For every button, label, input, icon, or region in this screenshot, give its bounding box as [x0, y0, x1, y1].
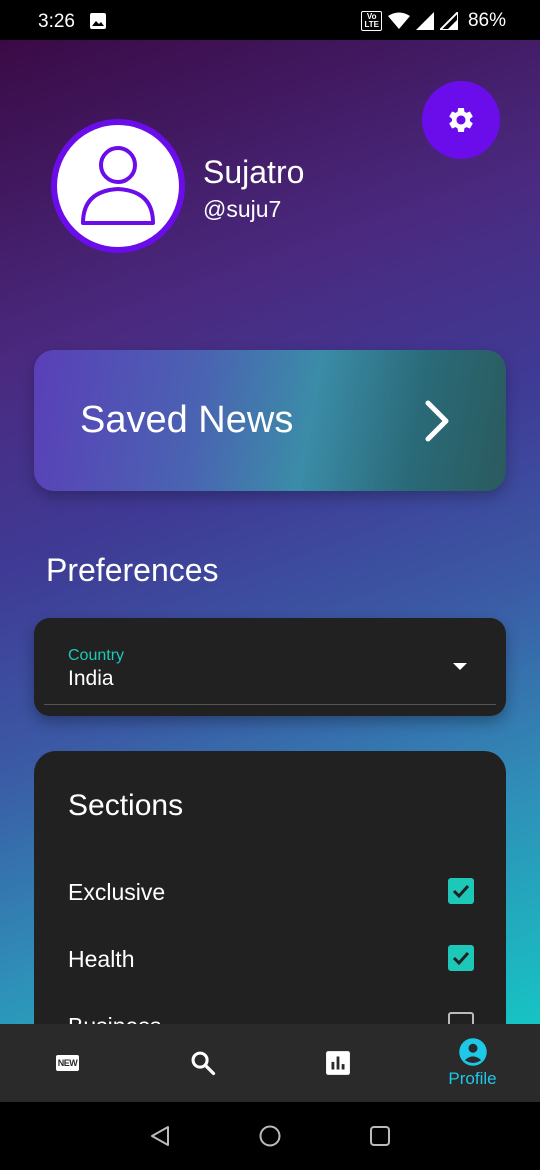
person-icon — [81, 146, 155, 225]
preferences-title: Preferences — [46, 552, 219, 588]
recents-icon[interactable] — [369, 1125, 391, 1147]
status-bar: 3:26 Vo LTE 86% — [0, 0, 540, 40]
chevron-right-icon — [425, 400, 449, 442]
user-handle: @suju7 — [203, 196, 282, 222]
user-name: Sujatro — [203, 154, 305, 190]
nav-label-profile: Profile — [448, 1069, 497, 1088]
wifi-icon — [387, 12, 410, 29]
home-icon[interactable] — [258, 1124, 282, 1148]
country-dropdown[interactable]: Country India — [34, 618, 506, 716]
checkbox-checked[interactable] — [448, 945, 474, 971]
section-item-business[interactable]: Business — [68, 1007, 474, 1024]
status-indicators: Vo LTE 86% — [361, 10, 506, 32]
system-nav-bar — [0, 1102, 540, 1170]
section-item-exclusive[interactable]: Exclusive — [68, 873, 474, 913]
section-label: Health — [68, 946, 135, 972]
account-circle-icon — [458, 1038, 487, 1066]
avatar[interactable] — [51, 119, 185, 253]
settings-button[interactable] — [422, 81, 500, 159]
volte-icon: Vo LTE — [361, 11, 382, 31]
section-label: Business — [68, 1013, 161, 1024]
avatar-inner — [57, 125, 179, 247]
checkbox-unchecked[interactable] — [448, 1012, 474, 1024]
sections-title: Sections — [68, 789, 184, 822]
profile-screen: Sujatro @suju7 Saved News Preferences Co… — [0, 40, 540, 1024]
chart-icon — [325, 1051, 350, 1075]
country-value: India — [68, 667, 114, 690]
dropdown-underline — [44, 704, 496, 705]
image-notification-icon — [90, 13, 106, 29]
checkbox-checked[interactable] — [448, 878, 474, 904]
bottom-nav: NEW Profile — [0, 1024, 540, 1102]
check-icon — [452, 951, 470, 966]
nav-item-search[interactable] — [135, 1024, 270, 1102]
signal-2-icon — [439, 12, 458, 30]
check-icon — [452, 884, 470, 899]
saved-news-button[interactable]: Saved News — [34, 350, 506, 491]
back-icon[interactable] — [148, 1124, 172, 1148]
nav-item-profile[interactable]: Profile — [405, 1024, 540, 1102]
section-label: Exclusive — [68, 879, 166, 905]
search-icon — [191, 1051, 215, 1076]
country-label: Country — [68, 647, 125, 664]
dropdown-arrow-icon — [453, 663, 467, 670]
battery-percent: 86% — [467, 10, 506, 31]
gear-icon — [449, 108, 473, 132]
nav-item-news[interactable]: NEW — [0, 1024, 135, 1102]
status-time: 3:26 — [38, 11, 75, 32]
nav-item-stats[interactable] — [270, 1024, 405, 1102]
sections-card: Sections Exclusive Health Business — [34, 751, 506, 1024]
signal-icon — [415, 12, 434, 30]
new-icon: NEW — [55, 1055, 80, 1071]
section-item-health[interactable]: Health — [68, 940, 474, 980]
saved-news-label: Saved News — [80, 399, 294, 441]
